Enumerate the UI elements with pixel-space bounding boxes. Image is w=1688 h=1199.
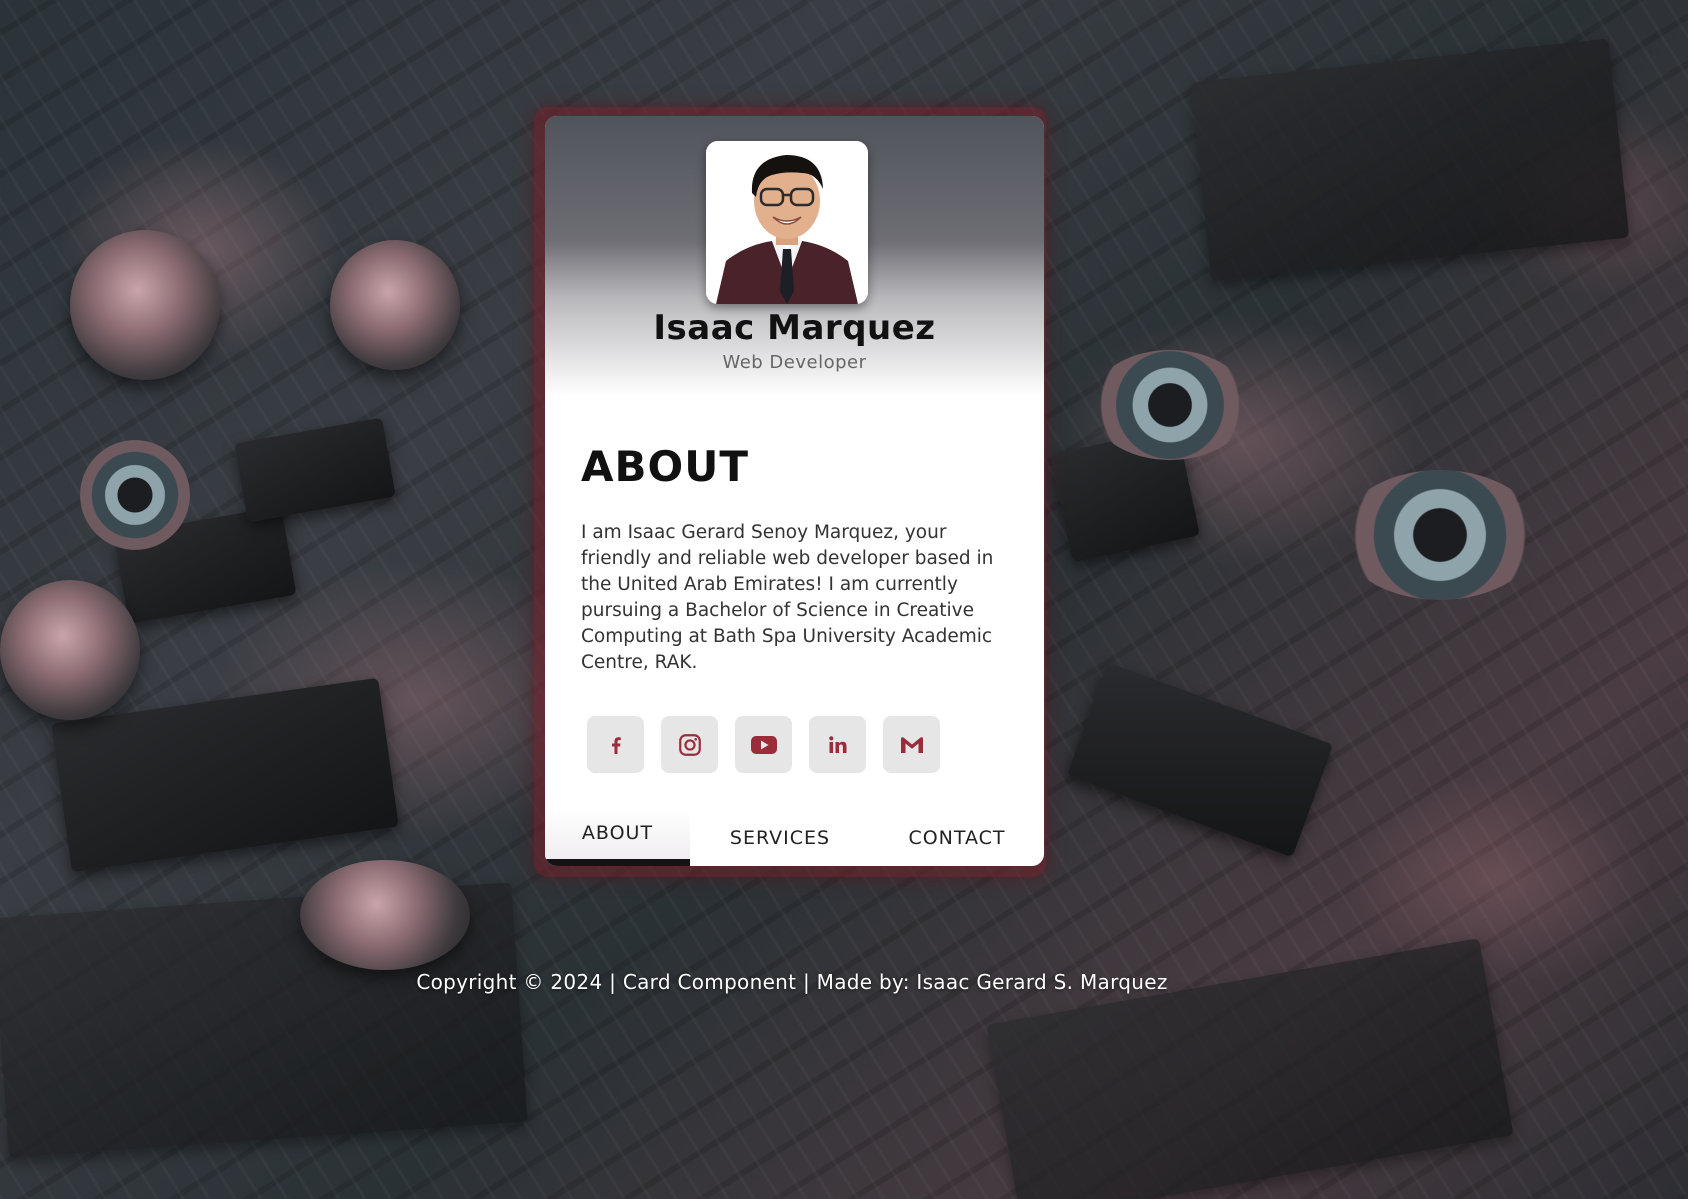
facebook-icon [611, 736, 621, 754]
gmail-icon [900, 736, 923, 753]
social-links [587, 716, 940, 773]
facebook-button[interactable] [587, 716, 644, 773]
instagram-icon [678, 733, 701, 756]
footer-copyright: Copyright © 2024 | Card Component | Made… [416, 970, 1168, 994]
linkedin-icon [828, 735, 846, 753]
linkedin-button[interactable] [809, 716, 866, 773]
about-text: I am Isaac Gerard Senoy Marquez, your fr… [581, 522, 994, 673]
profile-name: Isaac Marquez [653, 308, 936, 348]
avatar [706, 141, 868, 304]
gmail-button[interactable] [883, 716, 940, 773]
profile-card: Isaac Marquez Web Developer ABOUT I am I… [545, 116, 1044, 866]
tab-about[interactable]: ABOUT [545, 810, 690, 866]
youtube-icon [750, 735, 777, 754]
youtube-button[interactable] [735, 716, 792, 773]
profile-role: Web Developer [722, 352, 867, 373]
instagram-button[interactable] [661, 716, 718, 773]
tab-contact[interactable]: CONTACT [870, 810, 1044, 866]
tab-bar: ABOUT SERVICES CONTACT [545, 810, 1044, 866]
tab-services[interactable]: SERVICES [690, 810, 870, 866]
section-title: ABOUT [581, 442, 749, 491]
